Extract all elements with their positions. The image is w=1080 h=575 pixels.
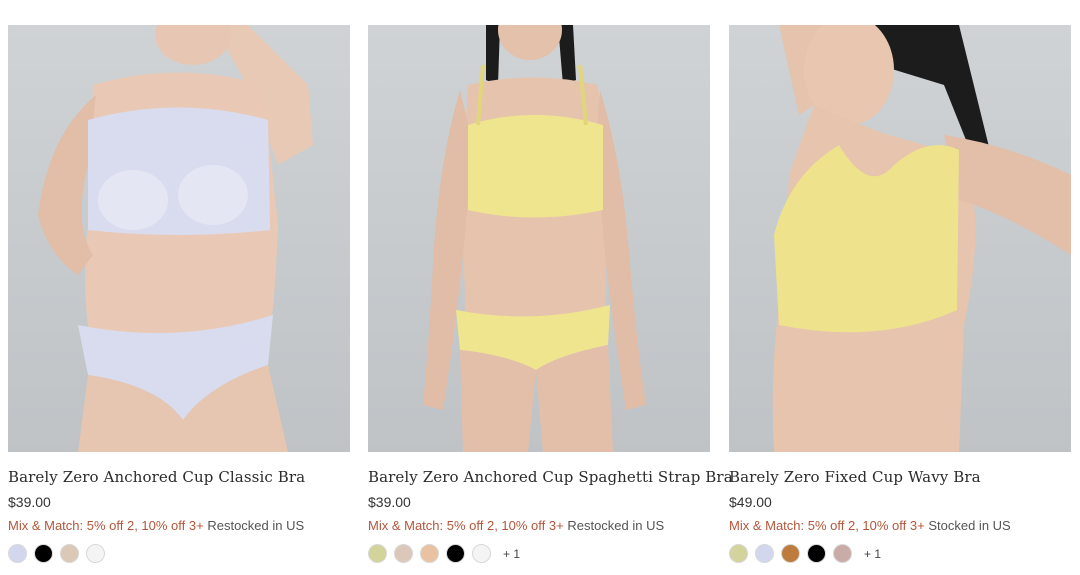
promo-line: Mix & Match: 5% off 2, 10% off 3+ Stocke… xyxy=(729,517,1071,534)
promo-line: Mix & Match: 5% off 2, 10% off 3+ Restoc… xyxy=(368,517,710,534)
product-title[interactable]: Barely Zero Anchored Cup Classic Bra xyxy=(8,467,350,487)
color-swatch[interactable] xyxy=(394,544,413,563)
promo-text: Mix & Match: 5% off 2, 10% off 3+ xyxy=(8,518,204,533)
product-photo-illustration xyxy=(423,25,646,452)
product-grid: Barely Zero Anchored Cup Classic Bra $39… xyxy=(0,0,1080,575)
product-card[interactable]: Barely Zero Anchored Cup Spaghetti Strap… xyxy=(368,25,733,563)
product-photo-illustration xyxy=(772,25,1071,452)
color-swatch[interactable] xyxy=(368,544,387,563)
product-card[interactable]: Barely Zero Anchored Cup Classic Bra $39… xyxy=(8,25,350,563)
product-price: $49.00 xyxy=(729,494,772,510)
color-swatches: + 1 xyxy=(368,544,710,563)
product-price: $39.00 xyxy=(368,494,411,510)
color-swatch[interactable] xyxy=(8,544,27,563)
color-swatch[interactable] xyxy=(729,544,748,563)
promo-line: Mix & Match: 5% off 2, 10% off 3+ Restoc… xyxy=(8,517,350,534)
color-swatch[interactable] xyxy=(807,544,826,563)
color-swatch[interactable] xyxy=(86,544,105,563)
product-title[interactable]: Barely Zero Anchored Cup Spaghetti Strap… xyxy=(368,467,733,487)
stock-status: Restocked in US xyxy=(567,518,665,533)
color-swatches xyxy=(8,544,350,563)
garment-top xyxy=(468,115,603,218)
more-colors-count[interactable]: + 1 xyxy=(864,547,881,561)
color-swatch[interactable] xyxy=(781,544,800,563)
promo-text: Mix & Match: 5% off 2, 10% off 3+ xyxy=(729,518,925,533)
color-swatch[interactable] xyxy=(34,544,53,563)
product-photo-illustration xyxy=(38,25,313,452)
color-swatches: + 1 xyxy=(729,544,1071,563)
product-image[interactable] xyxy=(368,25,710,452)
color-swatch[interactable] xyxy=(755,544,774,563)
color-swatch[interactable] xyxy=(472,544,491,563)
product-image[interactable] xyxy=(729,25,1071,452)
product-title[interactable]: Barely Zero Fixed Cup Wavy Bra xyxy=(729,467,1071,487)
product-image[interactable] xyxy=(8,25,350,452)
more-colors-count[interactable]: + 1 xyxy=(503,547,520,561)
stock-status: Restocked in US xyxy=(207,518,305,533)
color-swatch[interactable] xyxy=(60,544,79,563)
stock-status: Stocked in US xyxy=(928,518,1011,533)
color-swatch[interactable] xyxy=(833,544,852,563)
product-card[interactable]: Barely Zero Fixed Cup Wavy Bra $49.00 Mi… xyxy=(729,25,1071,563)
product-price: $39.00 xyxy=(8,494,51,510)
color-swatch[interactable] xyxy=(446,544,465,563)
promo-text: Mix & Match: 5% off 2, 10% off 3+ xyxy=(368,518,564,533)
color-swatch[interactable] xyxy=(420,544,439,563)
